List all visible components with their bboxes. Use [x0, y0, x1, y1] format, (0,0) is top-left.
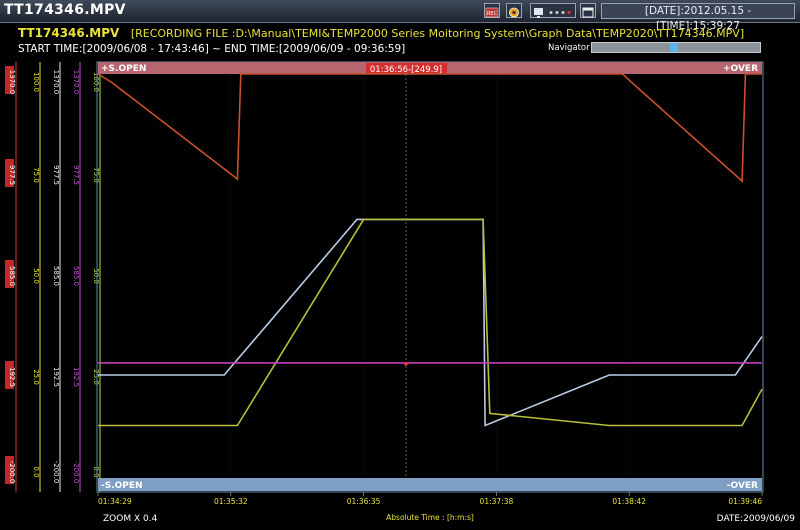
axis-tick-label: 977.5 — [52, 165, 60, 185]
axis-tick-label: 50.0 — [32, 268, 40, 284]
axis-tick-label: 192.5 — [72, 367, 80, 387]
axis-tick-label: 585.0 — [52, 266, 60, 286]
axis-tick-label: 75.0 — [32, 167, 40, 183]
x-axis-label: Absolute Time : [h:m:s] — [386, 513, 474, 522]
axis-tick-label: 25.0 — [32, 369, 40, 385]
axis-tick-label: 977.5 — [72, 165, 80, 185]
axis-tick-label: -200.0 — [8, 461, 16, 484]
bottom-band — [98, 478, 762, 491]
axis-tick-label: 1370.0 — [8, 70, 16, 95]
axis-tick-label: 1370.0 — [72, 70, 80, 95]
series-line-1 — [97, 73, 762, 183]
axis-tick-label: 192.5 — [8, 367, 16, 387]
x-tick-label: 01:36:35 — [347, 497, 381, 506]
axis-tick-label: 585.0 — [72, 266, 80, 286]
axis-tick-label: 977.5 — [8, 165, 16, 185]
axis-tick-label: 100.0 — [32, 72, 40, 92]
axis-tick-label: -200.0 — [52, 461, 60, 484]
top-right-label: +OVER — [723, 64, 758, 74]
axis-tick-label: 25.0 — [92, 369, 100, 385]
zoom-level: ZOOM X 0.4 — [103, 514, 158, 524]
axis-tick-label: 1370.0 — [52, 70, 60, 95]
bottom-left-label: -S.OPEN — [101, 481, 143, 491]
axis-tick-label: -200.0 — [72, 461, 80, 484]
axis-tick-label: 50.0 — [92, 268, 100, 284]
series-line-3 — [98, 218, 763, 427]
x-tick-label: 01:38:42 — [612, 497, 646, 506]
x-tick-label: 01:35:32 — [214, 497, 248, 506]
x-tick-label: 01:37:38 — [480, 497, 514, 506]
axis-tick-label: 75.0 — [92, 167, 100, 183]
chart-date: DATE:2009/06/09 — [717, 514, 796, 524]
cursor-marker — [404, 362, 408, 366]
bottom-right-label: -OVER — [727, 481, 758, 491]
series-line-2 — [98, 218, 763, 427]
axis-tick-label: 0.0 — [32, 466, 40, 477]
axis-tick-label: 585.0 — [8, 266, 16, 286]
plot-frame — [96, 61, 764, 493]
axis-tick-label: 0.0 — [92, 466, 100, 477]
trend-chart[interactable]: 1370.0 977.5 585.0 192.5 -200.0 100.0 75.0 50.0… — [0, 0, 800, 530]
axis-tick-label: 192.5 — [52, 367, 60, 387]
x-tick-label: 01:39:46 — [728, 497, 762, 506]
x-tick-label: 01:34:29 — [98, 497, 132, 506]
top-left-label: +S.OPEN — [101, 64, 146, 74]
